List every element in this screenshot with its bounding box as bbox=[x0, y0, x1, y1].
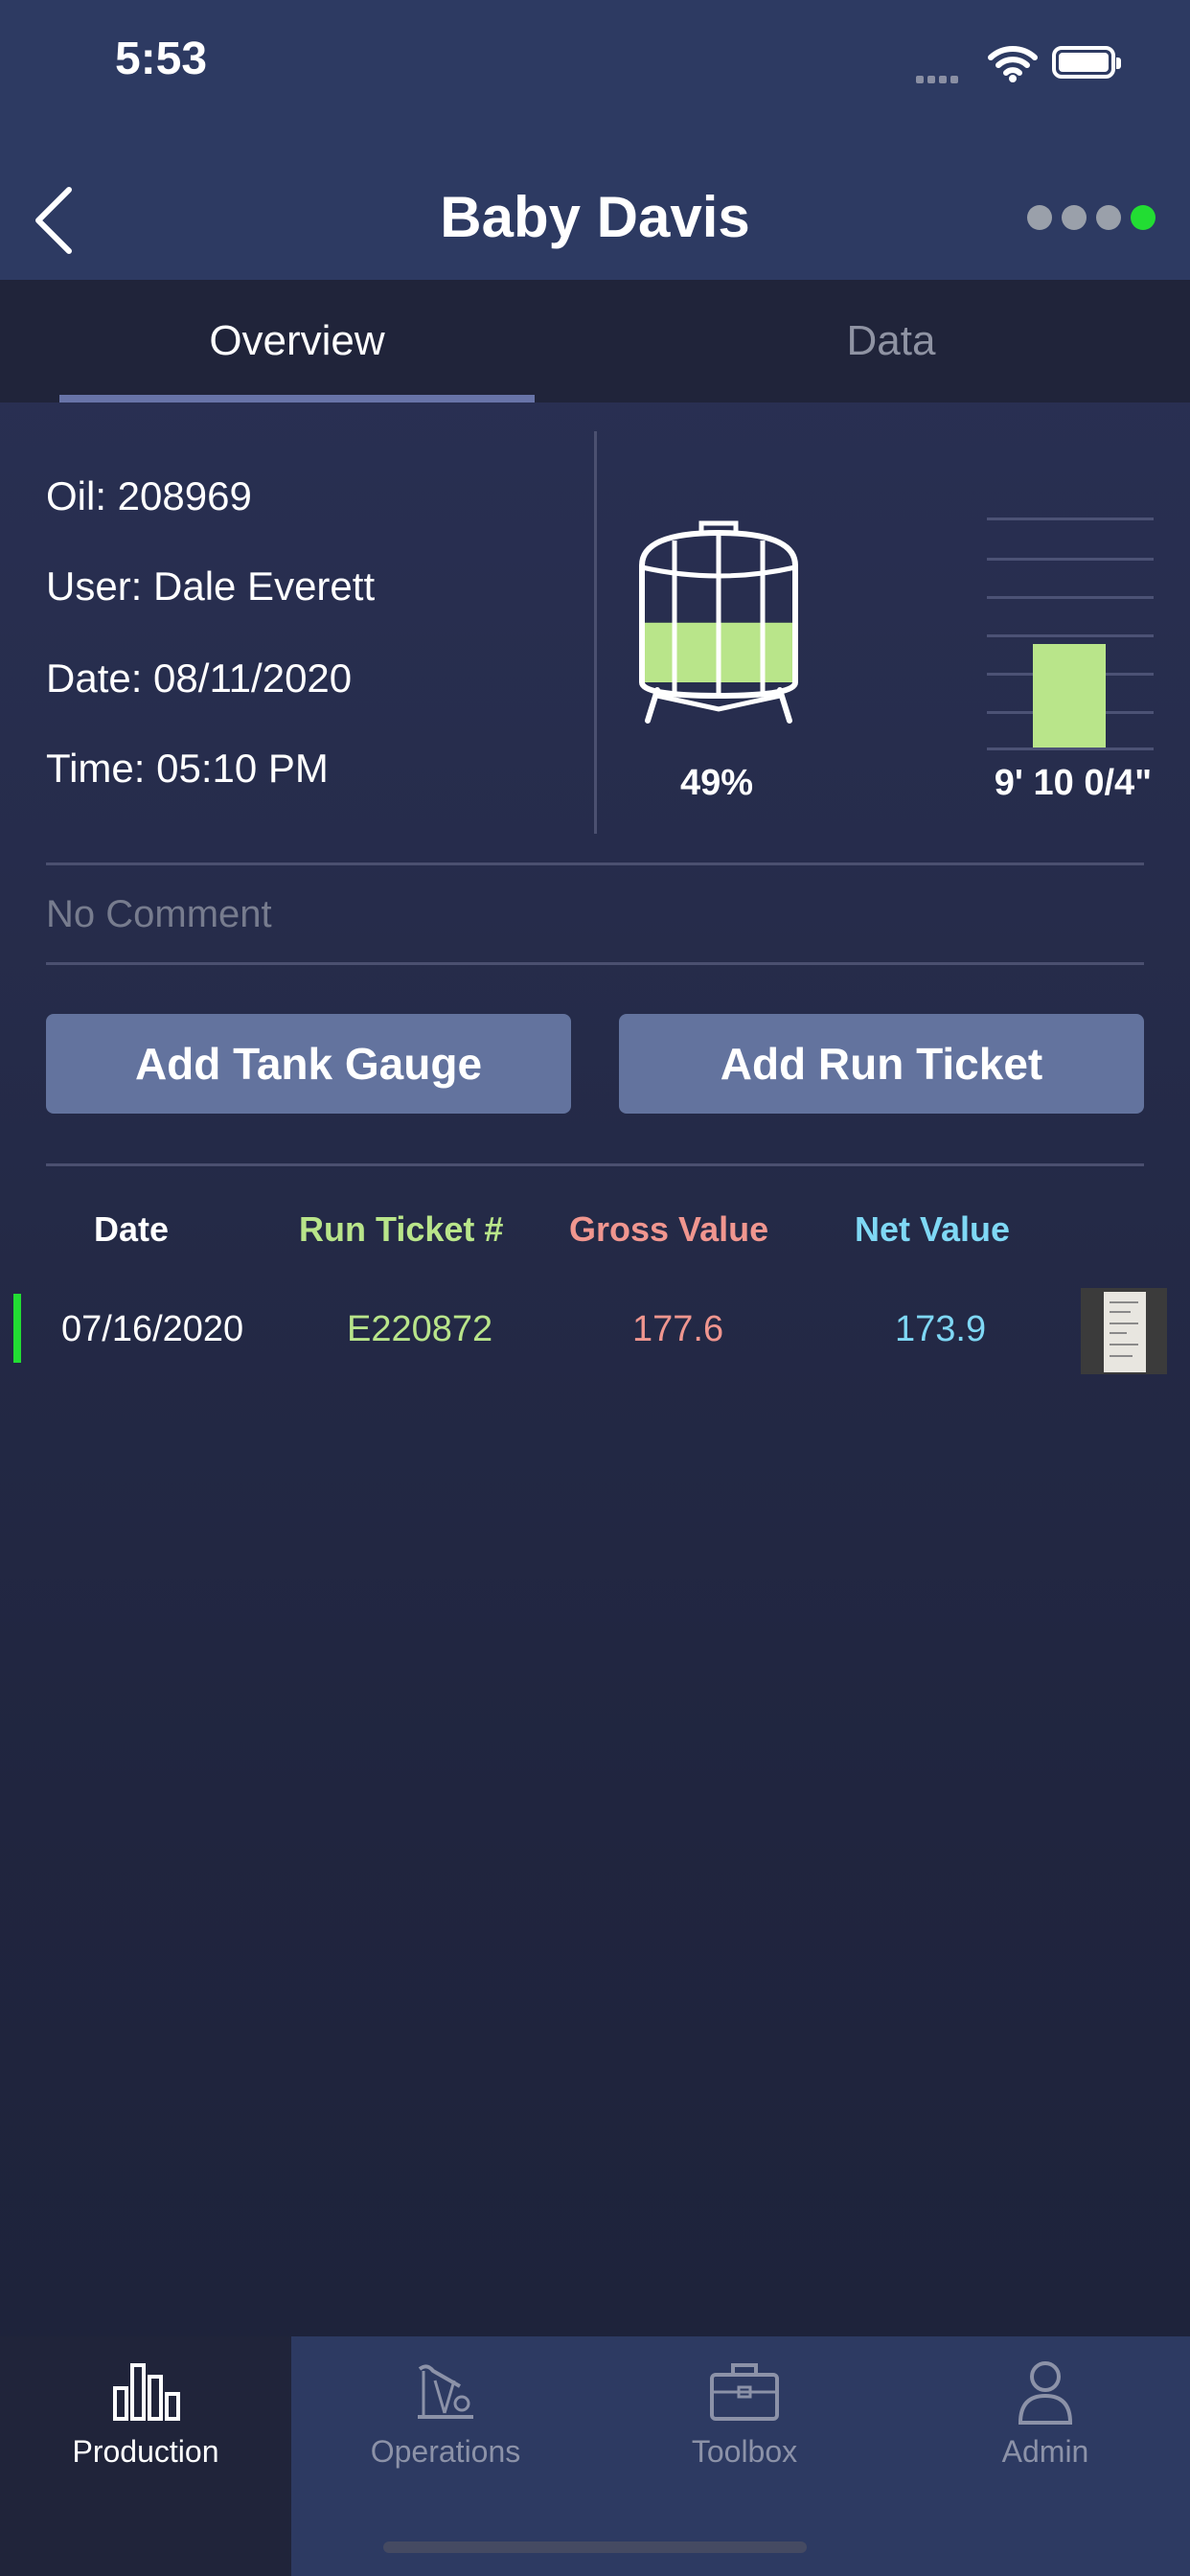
battery-icon bbox=[1052, 46, 1121, 79]
row-status-marker bbox=[13, 1294, 21, 1363]
bar-chart-icon bbox=[113, 2363, 180, 2421]
gauge-fill bbox=[1033, 644, 1106, 748]
tab-production[interactable]: Production bbox=[0, 2336, 291, 2528]
level-gauge bbox=[987, 518, 1154, 753]
status-dots bbox=[1027, 205, 1165, 235]
divider bbox=[594, 431, 597, 834]
page-title: Baby Davis bbox=[440, 185, 750, 249]
tab-data[interactable]: Data bbox=[653, 280, 1129, 402]
status-dot bbox=[1062, 205, 1087, 230]
person-icon bbox=[1018, 2361, 1073, 2425]
row-date: 07/16/2020 bbox=[61, 1309, 244, 1349]
divider bbox=[46, 962, 1144, 965]
tab-label: Production bbox=[72, 2434, 219, 2469]
tank-percent: 49% bbox=[679, 763, 754, 803]
tab-label: Admin bbox=[1001, 2434, 1089, 2469]
ticket-photo-thumbnail[interactable] bbox=[1081, 1288, 1167, 1374]
oil-value: Oil: 208969 bbox=[46, 473, 252, 518]
row-net-value: 173.9 bbox=[895, 1309, 987, 1349]
segment-tabs: Overview Data bbox=[0, 280, 1190, 402]
tab-operations[interactable]: Operations bbox=[297, 2336, 594, 2528]
add-tank-gauge-button[interactable]: Add Tank Gauge bbox=[46, 1014, 571, 1114]
status-dot bbox=[1027, 205, 1052, 230]
time-value: Time: 05:10 PM bbox=[46, 746, 329, 791]
cellular-signal-icon bbox=[916, 71, 962, 88]
status-dot-active bbox=[1131, 205, 1156, 230]
home-indicator bbox=[383, 2542, 807, 2553]
tab-overview[interactable]: Overview bbox=[59, 280, 535, 402]
tank-icon bbox=[639, 520, 798, 724]
wifi-icon bbox=[988, 46, 1038, 82]
bottom-tab-bar: Production Operations Toolbox Admin bbox=[0, 2336, 1190, 2576]
divider bbox=[46, 862, 1144, 865]
pump-jack-icon bbox=[418, 2364, 473, 2419]
column-header-net: Net Value bbox=[855, 1209, 1011, 1249]
navigation-bar: 5:53 Baby Davis bbox=[0, 0, 1190, 280]
add-run-ticket-button[interactable]: Add Run Ticket bbox=[619, 1014, 1144, 1114]
production-screen: 5:53 Baby Davis Overview Data Oil: 20896… bbox=[0, 0, 1190, 2576]
column-header-gross: Gross Value bbox=[569, 1209, 769, 1249]
toolbox-icon bbox=[710, 2363, 779, 2421]
status-time: 5:53 bbox=[115, 34, 208, 84]
comment-field[interactable]: No Comment bbox=[46, 893, 272, 936]
column-header-date: Date bbox=[94, 1209, 170, 1249]
row-run-ticket: E220872 bbox=[347, 1309, 493, 1349]
tab-label: Operations bbox=[370, 2434, 521, 2469]
active-tab-indicator bbox=[59, 395, 535, 402]
gauge-level: 9' 10 0/4" bbox=[994, 763, 1153, 803]
tab-label: Toolbox bbox=[691, 2434, 798, 2469]
tab-toolbox[interactable]: Toolbox bbox=[596, 2336, 893, 2528]
tab-admin[interactable]: Admin bbox=[897, 2336, 1190, 2528]
status-dot bbox=[1096, 205, 1121, 230]
date-value: Date: 08/11/2020 bbox=[46, 656, 353, 701]
user-value: User: Dale Everett bbox=[46, 564, 376, 609]
column-header-run-ticket: Run Ticket # bbox=[299, 1209, 504, 1249]
row-gross-value: 177.6 bbox=[632, 1309, 724, 1349]
divider bbox=[46, 1163, 1144, 1166]
